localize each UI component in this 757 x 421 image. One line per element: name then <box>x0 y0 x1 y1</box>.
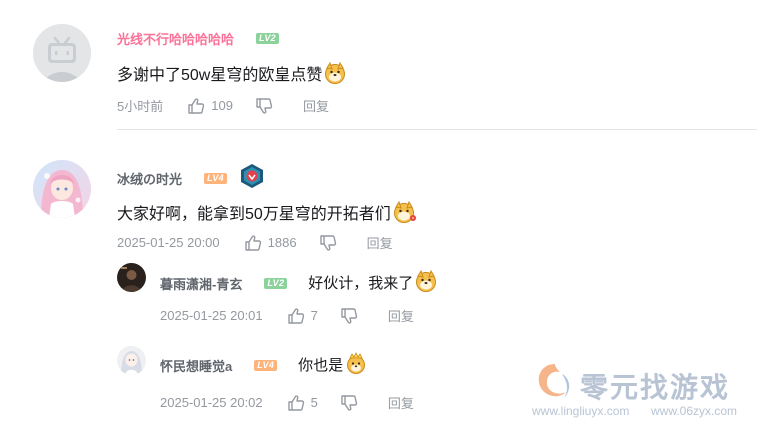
reply-time: 2025-01-25 20:01 <box>160 308 263 323</box>
comment-divider <box>117 129 757 130</box>
watermark-url-right: www.06zyx.com <box>651 404 738 418</box>
comment-header: 光线不行哈哈哈哈哈 LV2 <box>117 29 279 48</box>
comment-time: 2025-01-25 20:00 <box>117 235 220 250</box>
thumbs-down-icon <box>341 307 358 324</box>
thumbs-down-icon <box>341 394 358 411</box>
like-button[interactable]: 109 <box>187 97 233 115</box>
username[interactable]: 光线不行哈哈哈哈哈 <box>117 29 234 48</box>
like-button[interactable]: 5 <box>287 394 318 412</box>
level-badge: LV4 <box>254 359 278 371</box>
reply-content: 你也是 <box>298 352 367 378</box>
dislike-button[interactable] <box>340 307 358 325</box>
username[interactable]: 冰绒の时光 <box>117 169 182 188</box>
doge-emoji <box>415 269 437 296</box>
like-button[interactable]: 1886 <box>244 234 297 252</box>
watermark-title: 零元找游戏 <box>580 372 731 403</box>
reply-time: 2025-01-25 20:02 <box>160 395 263 410</box>
thumbs-down-icon <box>256 97 273 114</box>
reply-header: 怀民想睡觉a LV4 你也是 <box>160 352 367 378</box>
comment-meta: 5小时前 109 回复 <box>117 96 329 115</box>
like-count: 109 <box>211 98 233 113</box>
avatar[interactable] <box>33 24 91 82</box>
doge-crown-emoji <box>345 352 367 378</box>
level-badge: LV2 <box>256 33 279 44</box>
comment-text: 大家好啊，能拿到50万星穹的开拓者们 <box>117 206 391 223</box>
username[interactable]: 暮雨潇湘-青玄 <box>160 274 242 293</box>
dislike-button[interactable] <box>340 394 358 412</box>
reply-button[interactable]: 回复 <box>303 96 329 115</box>
watermark-logo <box>532 360 578 406</box>
reply-text: 你也是 <box>298 357 344 374</box>
avatar[interactable] <box>33 160 91 218</box>
anime-avatar-image <box>33 160 91 218</box>
dark-avatar-image <box>117 263 146 292</box>
thumbs-up-icon <box>287 307 304 324</box>
reply-meta: 2025-01-25 20:02 5 回复 <box>160 393 414 412</box>
reply-meta: 2025-01-25 20:01 7 回复 <box>160 306 414 325</box>
default-avatar-icon <box>33 24 91 82</box>
level-badge: LV4 <box>204 173 227 184</box>
comment-text: 多谢中了50w星穹的欧皇点赞 <box>117 67 323 84</box>
reply-button[interactable]: 回复 <box>367 233 393 252</box>
thumbs-up-icon <box>244 234 261 251</box>
swirl-logo-icon <box>538 364 570 398</box>
thumbs-down-icon <box>319 234 336 251</box>
reply-header: 暮雨潇湘-青玄 LV2 好伙计，我来了 <box>160 269 437 296</box>
comment-time: 5小时前 <box>117 99 164 114</box>
reply-button[interactable]: 回复 <box>388 393 414 412</box>
like-count: 7 <box>310 308 318 323</box>
comment-content: 多谢中了50w星穹的欧皇点赞 <box>117 61 346 89</box>
level-badge: LV2 <box>264 277 288 289</box>
avatar[interactable] <box>117 263 146 292</box>
comment-meta: 2025-01-25 20:00 1886 回复 <box>117 233 393 252</box>
dislike-button[interactable] <box>319 234 337 252</box>
doge-emoji <box>324 61 346 89</box>
reply-button[interactable]: 回复 <box>388 306 414 325</box>
like-button[interactable]: 7 <box>287 307 318 325</box>
username[interactable]: 怀民想睡觉a <box>160 356 232 375</box>
like-count: 5 <box>310 395 318 410</box>
thumbs-up-icon <box>287 394 304 411</box>
anime-avatar-image <box>117 346 146 375</box>
like-count: 1886 <box>267 235 297 250</box>
comment-header: 冰绒の时光 LV4 <box>117 163 265 194</box>
avatar[interactable] <box>117 346 146 375</box>
watermark-url-left: www.lingliuyx.com <box>532 404 630 418</box>
doge-flower-emoji <box>393 200 417 228</box>
reply-content: 好伙计，我来了 <box>308 269 437 296</box>
thumbs-up-icon <box>188 97 205 114</box>
reply-text: 好伙计，我来了 <box>308 275 414 292</box>
medal-badge-icon <box>239 163 265 194</box>
dislike-button[interactable] <box>255 97 273 115</box>
comment-content: 大家好啊，能拿到50万星穹的开拓者们 <box>117 200 417 228</box>
